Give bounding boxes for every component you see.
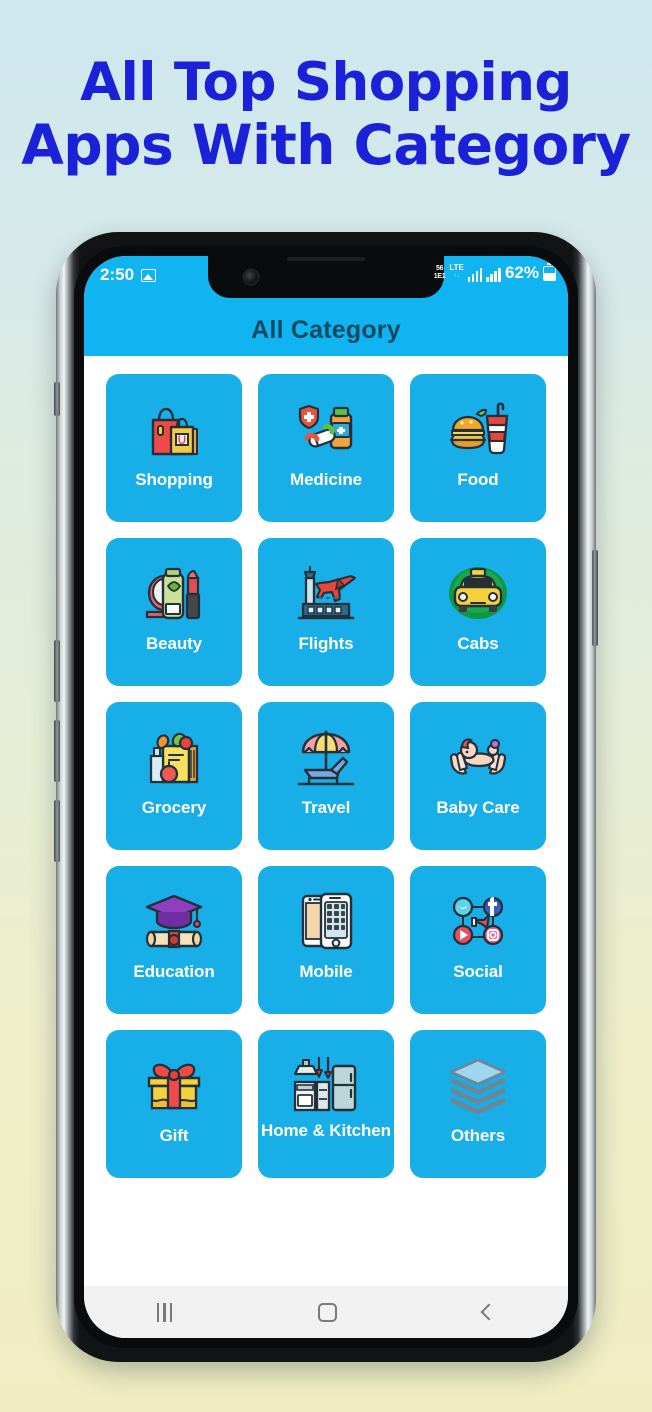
kitchen-appliances-icon <box>291 1052 361 1118</box>
signal-bars-icon-2 <box>486 267 501 282</box>
signal-bars-icon <box>467 267 483 282</box>
airplane-airport-icon <box>291 560 361 626</box>
category-tile-baby-care[interactable]: Baby Care <box>410 702 546 850</box>
category-label: Education <box>133 962 215 981</box>
status-bar-right: 56 1E1 LTE ↑↓ 62% <box>434 263 556 282</box>
image-icon <box>141 268 157 282</box>
battery-icon <box>543 266 556 281</box>
grocery-bag-icon <box>139 724 209 790</box>
phone-left-button-top[interactable] <box>54 382 60 416</box>
layers-stack-icon <box>443 1052 513 1118</box>
category-tile-cabs[interactable]: Cabs <box>410 538 546 686</box>
category-tile-travel[interactable]: Travel <box>258 702 394 850</box>
taxi-icon <box>443 560 513 626</box>
phone-volume-down-button[interactable] <box>54 720 60 782</box>
category-label: Cabs <box>457 634 499 653</box>
category-label: Home & Kitchen <box>261 1121 391 1140</box>
phone-mockup: 2:50 56 1E1 LTE ↑↓ 62% All Category U Sh… <box>54 232 598 1362</box>
category-grid: U Shopping Medicine Food Beauty Flights … <box>106 374 546 1178</box>
category-tile-food[interactable]: Food <box>410 374 546 522</box>
category-label: Grocery <box>141 798 207 817</box>
android-nav-bar <box>84 1286 568 1338</box>
phone-notch <box>208 256 444 298</box>
phone-power-button[interactable] <box>592 550 598 646</box>
category-tile-home-kitchen[interactable]: Home & Kitchen <box>258 1030 394 1178</box>
page-title: All Top Shopping Apps With Category <box>0 52 652 176</box>
category-label: Flights <box>298 634 354 653</box>
category-label: Medicine <box>290 470 362 489</box>
phone-bezel: 2:50 56 1E1 LTE ↑↓ 62% All Category U Sh… <box>74 246 578 1348</box>
gift-box-icon <box>139 1052 209 1118</box>
category-label: Gift <box>159 1126 189 1145</box>
promo-page: All Top Shopping Apps With Category 2:50… <box>0 0 652 1412</box>
status-bar-time: 2:50 <box>100 265 135 284</box>
social-network-icon <box>443 888 513 954</box>
shopping-bags-icon: U <box>139 396 209 462</box>
status-bar-left: 2:50 <box>100 265 157 285</box>
network-label: 56 1E1 <box>433 265 446 280</box>
home-icon[interactable] <box>318 1302 338 1322</box>
burger-drink-icon <box>443 396 513 462</box>
category-label: Social <box>453 962 503 981</box>
graduation-cap-diploma-icon <box>139 888 209 954</box>
svg-text:U: U <box>178 433 187 447</box>
page-title-line-1: All Top Shopping <box>80 52 572 113</box>
category-content: U Shopping Medicine Food Beauty Flights … <box>84 356 568 1296</box>
category-tile-gift[interactable]: Gift <box>106 1030 242 1178</box>
battery-percent: 62% <box>504 263 539 282</box>
category-tile-medicine[interactable]: Medicine <box>258 374 394 522</box>
category-tile-beauty[interactable]: Beauty <box>106 538 242 686</box>
category-tile-flights[interactable]: Flights <box>258 538 394 686</box>
app-bar-title: All Category <box>251 315 401 344</box>
recents-icon[interactable] <box>156 1302 173 1322</box>
cosmetics-icon <box>139 560 209 626</box>
category-tile-grocery[interactable]: Grocery <box>106 702 242 850</box>
category-label: Travel <box>301 798 351 817</box>
medicine-pills-icon <box>291 396 361 462</box>
category-label: Others <box>450 1126 506 1145</box>
beach-umbrella-icon <box>291 724 361 790</box>
status-bar: 2:50 56 1E1 LTE ↑↓ 62% <box>84 256 568 304</box>
category-label: Baby Care <box>436 798 520 817</box>
smartphone-icon <box>291 888 361 954</box>
category-label: Shopping <box>135 470 213 489</box>
phone-screen: 2:50 56 1E1 LTE ↑↓ 62% All Category U Sh… <box>84 256 568 1338</box>
category-tile-others[interactable]: Others <box>410 1030 546 1178</box>
phone-left-button-bottom[interactable] <box>54 800 60 862</box>
category-label: Food <box>457 470 499 489</box>
category-tile-social[interactable]: Social <box>410 866 546 1014</box>
category-tile-mobile[interactable]: Mobile <box>258 866 394 1014</box>
back-icon[interactable] <box>480 1303 498 1321</box>
category-label: Beauty <box>145 634 203 653</box>
earpiece-speaker <box>287 257 365 261</box>
front-camera-icon <box>244 270 258 284</box>
category-label: Mobile <box>299 962 353 981</box>
page-title-line-2: Apps With Category <box>21 113 631 177</box>
baby-in-hands-icon <box>443 724 513 790</box>
category-tile-education[interactable]: Education <box>106 866 242 1014</box>
app-bar: All Category <box>84 304 568 356</box>
category-tile-shopping[interactable]: U Shopping <box>106 374 242 522</box>
lte-label: LTE ↑↓ <box>449 263 464 280</box>
phone-volume-up-button[interactable] <box>54 640 60 702</box>
